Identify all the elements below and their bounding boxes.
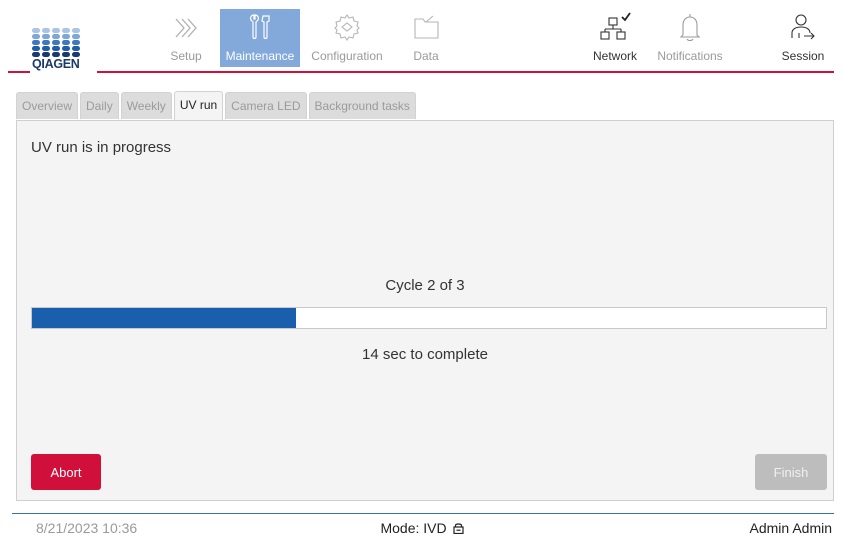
uv-progress-bar [31, 307, 827, 329]
nav-maintenance[interactable]: Maintenance [220, 9, 300, 67]
folder-icon [400, 12, 452, 42]
logo-dot [42, 40, 50, 45]
tab-weekly[interactable]: Weekly [120, 92, 172, 119]
logo-dot [32, 46, 40, 51]
bell-icon [648, 11, 732, 43]
gear-icon [305, 12, 389, 42]
footer-divider [12, 513, 834, 514]
nav-notifications[interactable]: Notifications [648, 9, 732, 67]
logo-dot [52, 28, 60, 33]
logo-wordmark: QIAGEN [32, 57, 80, 71]
tab-daily[interactable]: Daily [80, 92, 119, 119]
nav-setup-label: Setup [170, 49, 202, 63]
nav-session-label: Session [781, 49, 825, 63]
nav-maintenance-label: Maintenance [225, 49, 295, 63]
cycle-counter: Cycle 2 of 3 [385, 277, 465, 294]
logo-dot [62, 34, 70, 39]
logo-dot [52, 40, 60, 45]
nav-setup[interactable]: Setup [159, 9, 213, 67]
run-status-text: UV run is in progress [31, 139, 172, 156]
time-remaining: 14 sec to complete [362, 346, 488, 363]
logo-dot [42, 46, 50, 51]
logo-dot [62, 40, 70, 45]
logo-dot [52, 46, 60, 51]
logo-dot [72, 28, 80, 33]
footer-mode: Mode: IVD [0, 520, 844, 536]
logo-dot [42, 28, 50, 33]
uv-run-panel: UV run is in progress Cycle 2 of 3 14 se… [16, 120, 834, 501]
tools-icon [220, 12, 300, 42]
footer-user[interactable]: Admin Admin [750, 520, 832, 536]
tab-background-tasks[interactable]: Background tasks [308, 92, 416, 119]
nav-notifications-label: Notifications [657, 49, 723, 63]
abort-button[interactable]: Abort [31, 454, 101, 490]
tab-camera-led[interactable]: Camera LED [225, 92, 307, 119]
header: QIAGEN Setup Maintenance Configuration D… [0, 0, 844, 73]
nav-network[interactable]: Network [586, 9, 644, 67]
logo-dot [32, 40, 40, 45]
logo-dot [62, 28, 70, 33]
logo-dot [32, 34, 40, 39]
logo-dots [32, 28, 92, 58]
header-divider-right [97, 71, 834, 73]
nav-network-label: Network [592, 49, 637, 63]
tab-uv-run[interactable]: UV run [173, 91, 224, 121]
logo-dot [62, 46, 70, 51]
tab-overview[interactable]: Overview [16, 92, 79, 119]
logo-dot [72, 34, 80, 39]
uv-progress-fill [32, 308, 297, 328]
logo-dot [72, 40, 80, 45]
nav-data[interactable]: Data [400, 9, 452, 67]
finish-button[interactable]: Finish [755, 454, 827, 490]
logo-dot [52, 34, 60, 39]
user-logout-icon [774, 11, 832, 43]
maintenance-tabs: Overview Daily Weekly UV run Camera LED … [16, 91, 418, 121]
network-connected-icon [586, 11, 644, 43]
nav-data-label: Data [413, 49, 439, 63]
mode-text: Mode: IVD [380, 520, 447, 536]
logo-dot [42, 34, 50, 39]
nav-configuration[interactable]: Configuration [305, 9, 389, 67]
nav-configuration-label: Configuration [311, 49, 383, 63]
chevron-double-right-icon [159, 15, 213, 41]
header-divider-left [8, 71, 30, 73]
lock-icon [451, 520, 464, 536]
logo-dot [72, 46, 80, 51]
qiagen-logo: QIAGEN [32, 28, 92, 71]
nav-session[interactable]: Session [774, 9, 832, 67]
logo-dot [32, 28, 40, 33]
